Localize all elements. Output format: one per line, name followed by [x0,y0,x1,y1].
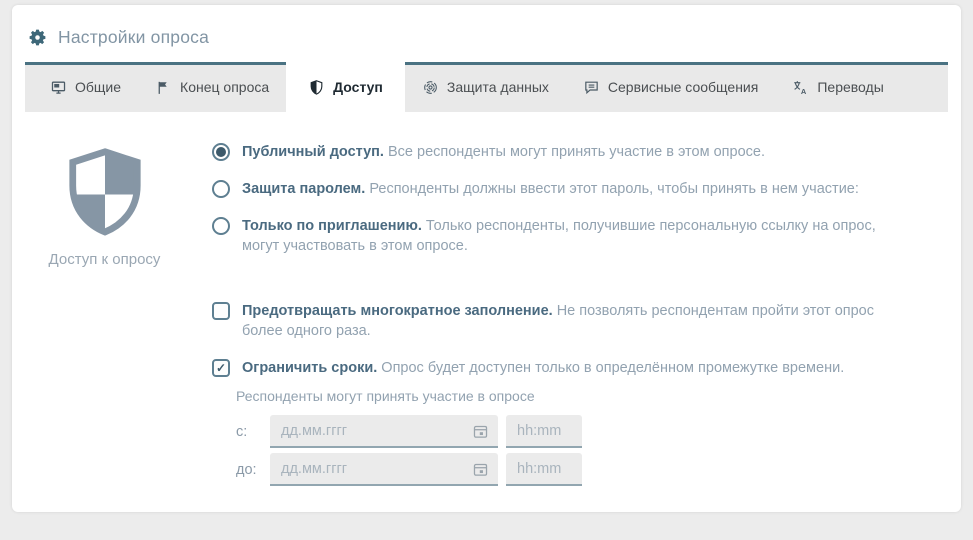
participation-period: Респонденты могут принять участие в опро… [236,388,912,486]
period-row-until: до: [236,453,912,486]
option-title: Только по приглашению. [242,218,422,234]
period-from-label: с: [236,424,262,440]
svg-text:A: A [801,86,807,95]
option-text: Защита паролем. Респонденты должны ввест… [242,179,859,199]
option-text: Только по приглашению. Только респондент… [242,216,912,256]
calendar-icon[interactable] [472,461,489,478]
monitor-icon [50,79,67,96]
panel-header: Настройки опроса [12,5,961,62]
spacer [212,273,912,301]
checkbox-limit-period[interactable]: Ограничить сроки. Опрос будет доступен т… [212,358,912,378]
date-field-wrapper [270,453,498,486]
tab-label: Сервисные сообщения [608,79,758,95]
option-desc: Все респонденты могут принять участие в … [388,144,765,160]
tab-service-messages[interactable]: Сервисные сообщения [566,62,775,112]
date-field-wrapper [270,415,498,448]
translate-icon: A [792,79,809,96]
survey-settings-panel: Настройки опроса Общие Конец опроса Дост… [12,5,961,512]
radio-button[interactable] [212,217,230,235]
tab-end-of-survey[interactable]: Конец опроса [138,62,286,112]
calendar-icon[interactable] [472,423,489,440]
option-title: Защита паролем. [242,181,365,197]
tab-label: Защита данных [447,79,549,95]
option-text: Публичный доступ. Все респонденты могут … [242,142,765,162]
period-until-label: до: [236,462,262,478]
tab-label: Переводы [817,79,883,95]
checkbox[interactable] [212,302,230,320]
tab-translations[interactable]: A Переводы [775,62,900,112]
option-title: Предотвращать многократное заполнение. [242,303,553,319]
tab-data-protection[interactable]: Защита данных [405,62,566,112]
radio-button[interactable] [212,143,230,161]
checkbox-prevent-multiple[interactable]: Предотвращать многократное заполнение. Н… [212,301,912,341]
option-title: Ограничить сроки. [242,360,377,376]
access-settings-content: Доступ к опросу Публичный доступ. Все ре… [12,112,961,491]
gear-icon [27,27,48,48]
page-title: Настройки опроса [58,27,209,48]
radio-invitation-only[interactable]: Только по приглашению. Только респондент… [212,216,912,256]
shield-checkered-icon [67,148,143,238]
tab-label: Общие [75,79,121,95]
period-row-from: с: [236,415,912,448]
flag-icon [155,79,172,96]
section-label: Доступ к опросу [37,251,172,268]
end-date-input[interactable] [270,453,498,486]
option-text: Предотвращать многократное заполнение. Н… [242,301,912,341]
radio-public-access[interactable]: Публичный доступ. Все респонденты могут … [212,142,912,162]
access-options: Публичный доступ. Все респонденты могут … [212,142,912,491]
tab-label: Доступ [333,79,383,95]
chat-icon [583,79,600,96]
start-date-input[interactable] [270,415,498,448]
shield-icon [308,79,325,96]
radio-password-protection[interactable]: Защита паролем. Респонденты должны ввест… [212,179,912,199]
tab-access[interactable]: Доступ [286,62,405,112]
tab-label: Конец опроса [180,79,269,95]
option-desc: Респонденты должны ввести этот пароль, ч… [369,181,859,197]
checkbox[interactable] [212,359,230,377]
end-time-input[interactable] [506,453,582,486]
option-text: Ограничить сроки. Опрос будет доступен т… [242,358,844,378]
option-title: Публичный доступ. [242,144,384,160]
radio-button[interactable] [212,180,230,198]
period-caption: Респонденты могут принять участие в опро… [236,388,912,404]
fingerprint-icon [422,79,439,96]
tab-general[interactable]: Общие [25,62,138,112]
settings-tabbar: Общие Конец опроса Доступ Защита данных [25,62,948,112]
option-desc: Опрос будет доступен только в определённ… [381,360,844,376]
start-time-input[interactable] [506,415,582,448]
section-illustration: Доступ к опросу [37,142,212,491]
